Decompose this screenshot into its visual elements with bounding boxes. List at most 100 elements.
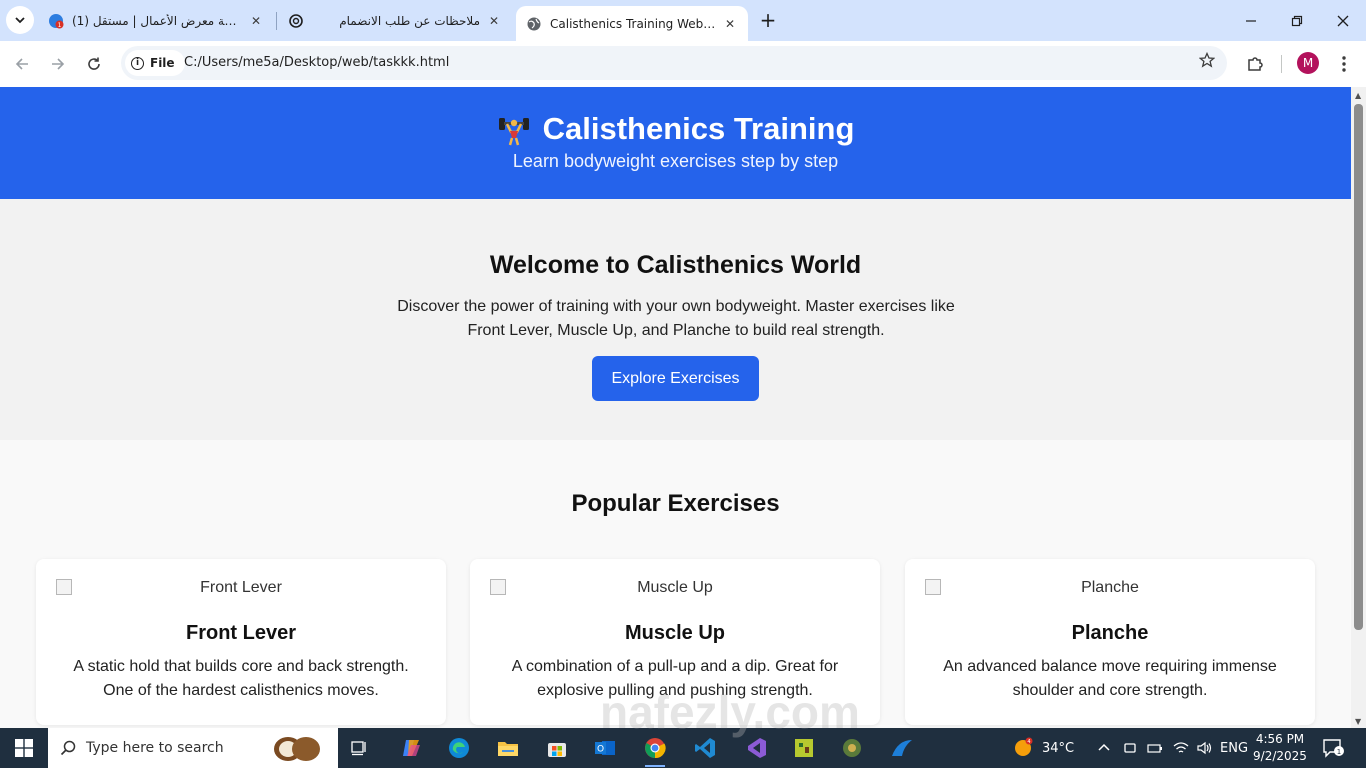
exercise-title: Front Lever	[185, 622, 297, 644]
tab-title: ملاحظات عن طلب الانضمام	[339, 13, 480, 28]
image-alt-text: Muscle Up	[637, 579, 713, 596]
extensions-button[interactable]	[1242, 51, 1268, 77]
reload-icon	[88, 57, 100, 70]
info-icon: i	[131, 56, 144, 70]
svg-text:1: 1	[58, 22, 62, 29]
hero-description: Discover the power of training with your…	[397, 298, 955, 339]
explore-exercises-button[interactable]: Explore Exercises	[592, 356, 759, 401]
folder-icon	[498, 742, 518, 756]
window-close-button[interactable]	[1320, 0, 1366, 41]
task-view-button[interactable]	[342, 732, 378, 764]
forward-button[interactable]	[44, 50, 72, 78]
site-title-text: Calisthenics Training	[542, 111, 855, 146]
weather-widget[interactable]: 4 34°C	[1012, 728, 1074, 768]
exercise-title: Planche	[1071, 622, 1149, 644]
tab-strip: 1 (1) إضافة معرض الأعمال | مستقل ✕ ملاحظ…	[0, 0, 1366, 41]
copilot-icon	[403, 740, 420, 756]
browser-menu-button[interactable]	[1331, 51, 1357, 77]
search-icon	[60, 740, 76, 756]
exercise-image: Front Lever	[56, 579, 426, 601]
tray-icons	[1097, 728, 1213, 768]
notification-icon[interactable]: 1	[1322, 738, 1344, 758]
url-text[interactable]: C:/Users/me5a/Desktop/web/taskkk.html	[184, 55, 449, 70]
scrollbar-thumb[interactable]	[1354, 104, 1363, 630]
site-subtitle: Learn bodyweight exercises step by step	[512, 151, 839, 171]
clock-date: 9/2/2025	[1253, 749, 1307, 763]
tab-chatgpt[interactable]: ملاحظات عن طلب الانضمام ✕	[278, 0, 512, 41]
input-language[interactable]: ENG	[1220, 728, 1248, 768]
taskbar-clock[interactable]: 4:56 PM 9/2/2025	[1250, 731, 1310, 765]
site-watermark: nafezly.com	[600, 686, 860, 738]
meet-now-icon[interactable]	[1123, 741, 1137, 755]
tab-calisthenics[interactable]: Calisthenics Training Website ✕	[516, 6, 748, 41]
taskbar-edge[interactable]	[441, 732, 477, 764]
taskbar-store[interactable]	[539, 732, 575, 764]
taskbar-file-explorer[interactable]	[490, 732, 526, 764]
tab-separator	[276, 12, 277, 30]
image-alt-text: Front Lever	[200, 579, 282, 596]
start-button[interactable]	[0, 728, 48, 768]
restore-icon	[1291, 15, 1303, 26]
tab-title: Calisthenics Training Website	[550, 16, 716, 31]
mostaql-favicon-icon: 1	[48, 13, 64, 29]
taskbar-copilot[interactable]	[393, 732, 429, 764]
minimize-button[interactable]	[1228, 0, 1274, 41]
wifi-icon[interactable]	[1173, 741, 1189, 755]
browser-toolbar: i File C:/Users/me5a/Desktop/web/taskkk.…	[0, 41, 1366, 87]
svg-text:4: 4	[1027, 739, 1030, 745]
taskbar-photoshop-like-app[interactable]	[884, 732, 920, 764]
scroll-up-arrow-icon[interactable]: ▲	[1355, 91, 1361, 100]
chrome-icon	[645, 738, 666, 759]
tab-search-button[interactable]	[6, 6, 34, 34]
hero-title: Welcome to Calisthenics World	[489, 251, 862, 279]
more-vertical-icon	[1342, 56, 1346, 72]
tab-title: (1) إضافة معرض الأعمال | مستقل	[72, 13, 242, 28]
tab-mostaql[interactable]: 1 (1) إضافة معرض الأعمال | مستقل ✕	[38, 0, 274, 41]
site-title: Calisthenics Training	[0, 111, 1351, 147]
new-tab-button[interactable]: +	[756, 8, 780, 32]
close-icon[interactable]: ✕	[486, 13, 502, 29]
clock-time: 4:56 PM	[1255, 732, 1305, 746]
site-info-chip[interactable]: i File	[125, 50, 185, 76]
broken-image-icon	[56, 579, 72, 595]
temperature-text: 34°C	[1042, 740, 1075, 756]
hero-section: Welcome to Calisthenics World Discover t…	[0, 199, 1351, 440]
bookmark-star-icon[interactable]	[1198, 51, 1216, 73]
restore-button[interactable]	[1274, 0, 1320, 41]
close-icon[interactable]: ✕	[722, 16, 738, 32]
blue-wing-icon	[892, 740, 912, 756]
toolbar-separator	[1281, 55, 1282, 73]
minimize-icon	[1246, 19, 1256, 22]
task-view-icon	[351, 741, 366, 756]
chevron-up-icon[interactable]	[1097, 741, 1111, 755]
exercise-card-planche: Planche Planche An advanced balance move…	[905, 559, 1315, 725]
gear-app-icon	[843, 739, 861, 757]
pixel-game-icon	[795, 739, 813, 757]
svg-text:1: 1	[1337, 748, 1341, 756]
arrow-left-icon	[15, 58, 28, 70]
coconut-highlight-icon[interactable]	[268, 733, 322, 763]
windows-logo-icon	[15, 739, 33, 757]
address-bar[interactable]: i File C:/Users/me5a/Desktop/web/taskkk.…	[121, 46, 1227, 80]
back-button[interactable]	[8, 50, 36, 78]
outlook-icon: O	[595, 741, 615, 755]
globe-icon	[526, 16, 542, 32]
weightlifter-icon	[498, 118, 529, 146]
exercise-card-front-lever: Front Lever Front Lever A static hold th…	[36, 559, 446, 725]
store-icon	[548, 743, 566, 757]
page-scrollbar[interactable]: ▲ ▼	[1351, 87, 1366, 728]
exercises-section-title: Popular Exercises	[571, 490, 780, 517]
chevron-down-icon	[15, 17, 25, 24]
battery-icon[interactable]	[1147, 741, 1163, 755]
weather-sun-icon: 4	[1015, 737, 1033, 756]
vscode-icon	[695, 738, 715, 758]
site-header: Calisthenics Training Learn bodyweight e…	[0, 87, 1351, 199]
exercise-title: Muscle Up	[624, 622, 726, 644]
site-chip-label: File	[150, 56, 175, 70]
chatgpt-favicon-icon	[288, 13, 304, 29]
volume-icon[interactable]	[1197, 741, 1213, 755]
close-icon[interactable]: ✕	[248, 13, 264, 29]
reload-button[interactable]	[80, 50, 108, 78]
scroll-down-arrow-icon[interactable]: ▼	[1355, 717, 1361, 726]
profile-avatar[interactable]: M	[1297, 52, 1319, 74]
